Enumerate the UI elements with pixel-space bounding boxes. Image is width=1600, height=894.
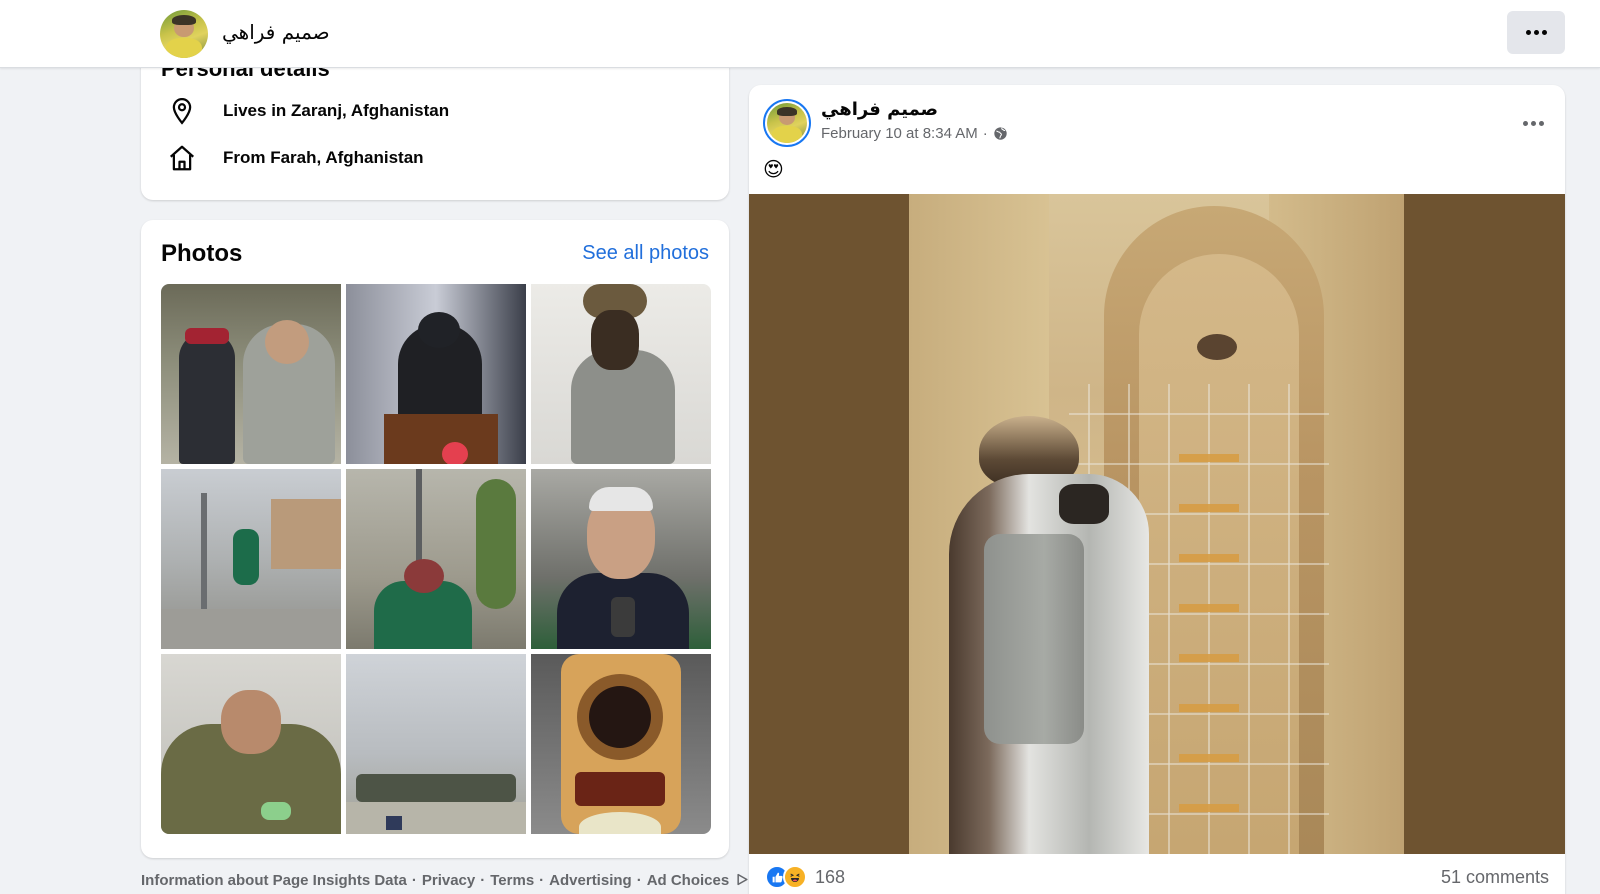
post-timestamp[interactable]: February 10 at 8:34 AM xyxy=(821,125,978,142)
haha-reaction-icon xyxy=(783,865,807,889)
detail-from: From Farah, Afghanistan xyxy=(167,141,424,175)
more-horizontal-icon xyxy=(1525,30,1547,35)
profile-avatar[interactable] xyxy=(160,10,208,58)
post-text: 😍 xyxy=(763,159,784,181)
photos-grid xyxy=(161,284,711,834)
photo-tile[interactable] xyxy=(531,654,711,834)
more-horizontal-icon xyxy=(1522,120,1544,126)
post-meta: February 10 at 8:34 AM · xyxy=(821,125,1008,142)
detail-lives-in: Lives in Zaranj, Afghanistan xyxy=(167,94,449,128)
home-icon xyxy=(170,145,194,171)
post-photo xyxy=(909,194,1404,854)
globe-icon[interactable] xyxy=(993,126,1008,141)
detail-text[interactable]: Lives in Zaranj, Afghanistan xyxy=(223,101,449,121)
page-footer: Information about Page Insights Data · Pri… xyxy=(141,872,749,889)
footer-link-privacy[interactable]: Privacy xyxy=(422,872,475,889)
profile-more-button[interactable] xyxy=(1507,11,1565,54)
post-reactions[interactable]: 168 xyxy=(765,865,845,889)
see-all-photos-link[interactable]: See all photos xyxy=(582,242,709,265)
photo-tile[interactable] xyxy=(531,284,711,464)
profile-name[interactable]: صميم فراهي xyxy=(222,20,330,44)
photo-tile[interactable] xyxy=(346,284,526,464)
photo-tile[interactable] xyxy=(346,469,526,649)
detail-text[interactable]: From Farah, Afghanistan xyxy=(223,148,424,168)
footer-link-terms[interactable]: Terms xyxy=(490,872,534,889)
photos-card: Photos See all photos xyxy=(141,220,729,858)
ad-choices-icon xyxy=(737,873,748,886)
meta-separator: · xyxy=(982,125,988,142)
post-card: صميم فراهي February 10 at 8:34 AM · 😍 16… xyxy=(749,85,1565,894)
photo-tile[interactable] xyxy=(346,654,526,834)
reaction-count: 168 xyxy=(815,866,846,887)
post-image[interactable] xyxy=(749,194,1565,854)
photos-heading[interactable]: Photos xyxy=(161,240,242,268)
footer-link-ad-choices[interactable]: Ad Choices xyxy=(647,872,730,889)
footer-link-page-insights[interactable]: Information about Page Insights Data xyxy=(141,872,407,889)
photo-tile[interactable] xyxy=(161,654,341,834)
post-author-name[interactable]: صميم فراهي xyxy=(821,99,938,120)
location-pin-icon xyxy=(172,97,192,125)
comments-count-link[interactable]: 51 comments xyxy=(1441,867,1549,888)
photo-tile[interactable] xyxy=(531,469,711,649)
post-author-avatar[interactable] xyxy=(763,99,811,147)
profile-topbar: صميم فراهي xyxy=(0,0,1600,68)
photo-tile[interactable] xyxy=(161,469,341,649)
footer-link-advertising[interactable]: Advertising xyxy=(549,872,632,889)
post-more-button[interactable] xyxy=(1515,105,1551,141)
photo-tile[interactable] xyxy=(161,284,341,464)
